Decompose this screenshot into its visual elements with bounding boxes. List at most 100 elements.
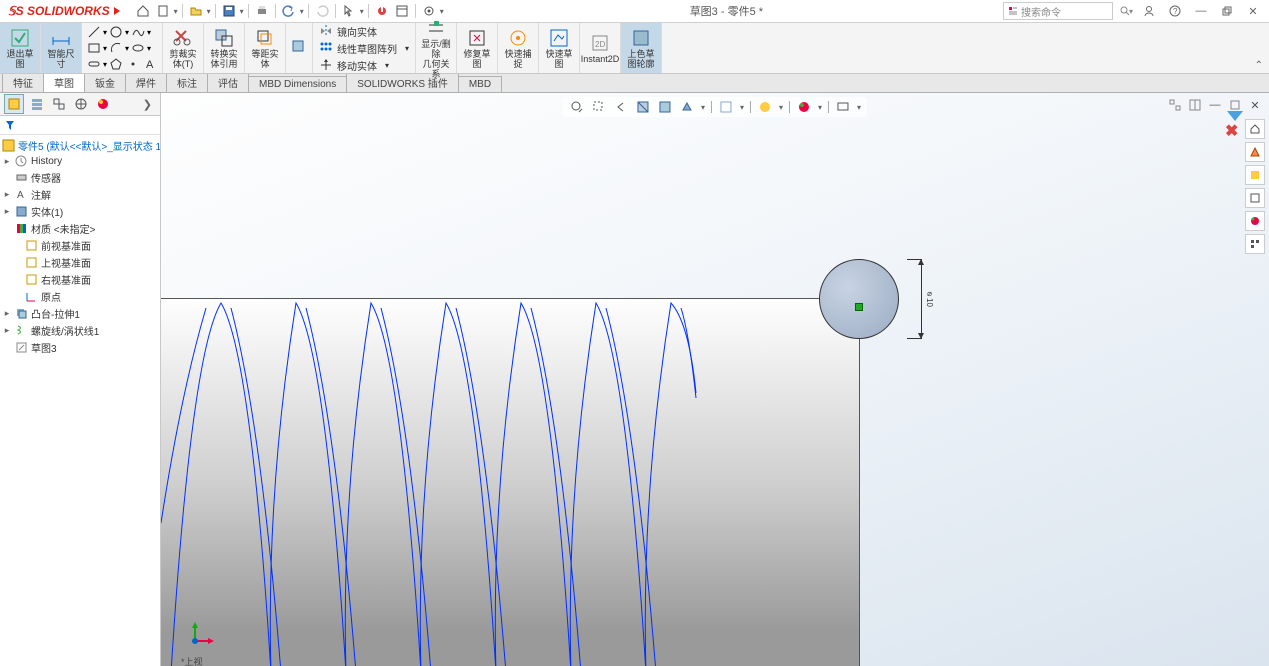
tree-material[interactable]: 材质 <未指定> [0, 220, 160, 237]
tree-front-plane[interactable]: 前视基准面 [0, 237, 160, 254]
tree-sensors[interactable]: 传感器 [0, 169, 160, 186]
point-tool[interactable] [125, 56, 141, 72]
options-icon[interactable] [393, 2, 411, 20]
help-icon[interactable]: ? [1165, 3, 1185, 19]
ribbon-collapse-button[interactable]: ⌃ [1255, 60, 1263, 71]
taskpane-home-icon[interactable] [1245, 119, 1265, 139]
offset-button[interactable]: 等距实 体 [245, 23, 286, 73]
circle-tool[interactable] [108, 24, 124, 40]
sketch-circle[interactable] [819, 259, 899, 339]
tab-weldment[interactable]: 焊件 [125, 72, 167, 92]
undo-icon[interactable] [280, 2, 298, 20]
tab-features[interactable]: 特征 [2, 72, 44, 92]
minimize-button[interactable]: — [1191, 3, 1211, 19]
new-icon[interactable] [154, 2, 172, 20]
tree-history[interactable]: ▸History [0, 154, 160, 169]
convert-button[interactable]: 转换实 体引用 [204, 23, 245, 73]
polygon-tool[interactable] [108, 56, 124, 72]
tab-mbd[interactable]: MBD [458, 76, 502, 92]
slot-tool[interactable] [86, 56, 102, 72]
pattern-item[interactable]: 线性草图阵列▾ [317, 40, 411, 57]
redo-icon[interactable] [313, 2, 331, 20]
mirror-item[interactable]: 镜向实体 [317, 23, 411, 40]
relations-button[interactable]: 显示/删除 几何关系 [416, 23, 457, 73]
instant2d-button[interactable]: 2DInstant2D [580, 23, 621, 73]
save-icon[interactable] [220, 2, 238, 20]
tree-filter-bar[interactable] [0, 116, 160, 135]
viewport-close-icon[interactable]: ✕ [1247, 97, 1263, 113]
display-style-icon[interactable] [679, 99, 695, 115]
trim-button[interactable]: 剪裁实 体(T) [163, 23, 204, 73]
taskpane-props-icon[interactable] [1245, 165, 1265, 185]
line-tool[interactable] [86, 24, 102, 40]
tree-origin[interactable]: 原点 [0, 288, 160, 305]
sketch-origin-icon [855, 303, 863, 311]
tab-sheetmetal[interactable]: 钣金 [84, 72, 126, 92]
diameter-dimension[interactable]: ⌀10 [907, 259, 927, 339]
quick-snap-button[interactable]: 快速捕 捉 [498, 23, 539, 73]
solidworks-logo: 𝕊S SOLIDWORKS [0, 4, 128, 18]
text-tool[interactable]: A [142, 56, 158, 72]
shaded-contour-button[interactable]: 上色草 图轮廓 [621, 23, 662, 73]
home-icon[interactable] [134, 2, 152, 20]
viewport-window-controls: — ✕ [1167, 97, 1263, 113]
zoom-area-icon[interactable] [591, 99, 607, 115]
tab-evaluate[interactable]: 评估 [207, 72, 249, 92]
ellipse-tool[interactable] [130, 40, 146, 56]
arc-tool[interactable] [108, 40, 124, 56]
taskpane-appear-icon[interactable] [1245, 211, 1265, 231]
exit-sketch-button[interactable]: 退出草 图 [0, 23, 41, 73]
tree-annotations[interactable]: ▸A注解 [0, 186, 160, 203]
move-item[interactable]: 移动实体▾ [317, 57, 411, 74]
restore-button[interactable] [1217, 3, 1237, 19]
tree-solid-bodies[interactable]: ▸实体(1) [0, 203, 160, 220]
tab-annotate[interactable]: 标注 [166, 72, 208, 92]
tree-sketch3[interactable]: 草图3 [0, 339, 160, 356]
repair-button[interactable]: 修复草 图 [457, 23, 498, 73]
search-icon[interactable]: ▾ [1119, 4, 1133, 18]
panel-expand-icon[interactable]: ❯ [139, 98, 156, 111]
view-orient-icon[interactable] [657, 99, 673, 115]
offset-surface-button[interactable] [286, 23, 313, 73]
scene-icon[interactable] [757, 99, 773, 115]
property-tab-icon[interactable] [28, 95, 46, 113]
smart-dimension-button[interactable]: 智能尺 寸 [41, 23, 82, 73]
tab-sketch[interactable]: 草图 [43, 72, 85, 92]
view-settings-icon[interactable] [835, 99, 851, 115]
confirm-arrow-icon[interactable] [1227, 111, 1243, 121]
zoom-fit-icon[interactable] [569, 99, 585, 115]
quick-sketch-button[interactable]: 快速草 图 [539, 23, 580, 73]
rebuild-icon[interactable] [373, 2, 391, 20]
appearance-tab-icon[interactable] [94, 95, 112, 113]
graphics-viewport[interactable]: ⌀10 *上视 ▾ ▾ ▾ ▾ ▾ — [161, 93, 1269, 666]
config-tab-icon[interactable] [50, 95, 68, 113]
tree-extrude[interactable]: ▸凸台-拉伸1 [0, 305, 160, 322]
taskpane-design-icon[interactable] [1245, 142, 1265, 162]
taskpane-view-icon[interactable] [1245, 188, 1265, 208]
spline-tool[interactable] [130, 24, 146, 40]
dimxpert-tab-icon[interactable] [72, 95, 90, 113]
close-button[interactable]: ✕ [1243, 3, 1263, 19]
tree-right-plane[interactable]: 右视基准面 [0, 271, 160, 288]
viewport-min-icon[interactable]: — [1207, 97, 1223, 113]
viewport-split-icon[interactable] [1187, 97, 1203, 113]
tree-helix[interactable]: ▸螺旋线/涡状线1 [0, 322, 160, 339]
quick-access-toolbar: ▾ ▾ ▾ ▾ ▾ ▾ [128, 2, 450, 20]
open-icon[interactable] [187, 2, 205, 20]
feature-tree-tab-icon[interactable] [4, 94, 24, 114]
print-icon[interactable] [253, 2, 271, 20]
tab-mbd-dim[interactable]: MBD Dimensions [248, 76, 347, 92]
prev-view-icon[interactable] [613, 99, 629, 115]
select-icon[interactable] [340, 2, 358, 20]
rect-tool[interactable] [86, 40, 102, 56]
tree-top-plane[interactable]: 上视基准面 [0, 254, 160, 271]
appearance-icon[interactable] [796, 99, 812, 115]
user-icon[interactable] [1139, 3, 1159, 19]
hide-show-icon[interactable] [718, 99, 734, 115]
section-icon[interactable] [635, 99, 651, 115]
search-command-box[interactable]: 搜索命令 [1003, 2, 1113, 20]
viewport-link-icon[interactable] [1167, 97, 1183, 113]
confirm-cancel-icon[interactable]: ✖ [1225, 121, 1243, 139]
tree-root[interactable]: 零件5 (默认<<默认>_显示状态 1>) [0, 137, 160, 154]
taskpane-custom-icon[interactable] [1245, 234, 1265, 254]
